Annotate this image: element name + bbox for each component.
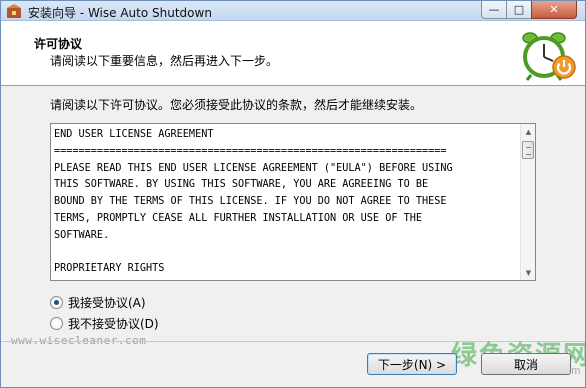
installer-window: 安装向导 - Wise Auto Shutdown — □ ✕ 许可协议 请阅读… (0, 0, 586, 388)
license-instruction: 请阅读以下许可协议。您必须接受此协议的条款，然后才能继续安装。 (50, 98, 423, 112)
app-icon (7, 4, 21, 18)
scroll-up-arrow-icon[interactable]: ▲ (521, 124, 536, 139)
header-panel: 许可协议 请阅读以下重要信息，然后再进入下一步。 (1, 21, 585, 86)
title-bar[interactable]: 安装向导 - Wise Auto Shutdown — □ ✕ (1, 1, 585, 21)
license-textbox[interactable]: END USER LICENSE AGREEMENT ==============… (50, 123, 536, 281)
cancel-button[interactable]: 取消 (481, 353, 571, 375)
license-line: THIS SOFTWARE. BY USING THIS SOFTWARE, Y… (54, 179, 429, 191)
license-line: ========================================… (54, 145, 447, 157)
accept-radio[interactable] (50, 296, 63, 309)
accept-label: 我接受协议(A) (68, 296, 146, 310)
license-line: TERMS, PROMPTLY CEASE ALL FURTHER INSTAL… (54, 212, 423, 224)
maximize-button[interactable]: □ (506, 1, 532, 19)
accept-option[interactable]: 我接受协议(A) (50, 294, 146, 311)
page-title: 许可协议 (34, 37, 83, 51)
license-line: END USER LICENSE AGREEMENT (54, 129, 214, 140)
scroll-down-arrow-icon[interactable]: ▼ (521, 265, 536, 280)
license-scrollbar[interactable]: ▲ ▼ (520, 124, 535, 280)
license-line: BOUND BY THE TERMS OF THIS LICENSE. IF Y… (54, 196, 447, 208)
next-button[interactable]: 下一步(N) > (367, 353, 457, 375)
scroll-thumb[interactable] (522, 141, 534, 159)
page-subtitle: 请阅读以下重要信息，然后再进入下一步。 (50, 54, 279, 68)
decline-label: 我不接受协议(D) (68, 317, 159, 331)
license-line: PLEASE READ THIS END USER LICENSE AGREEM… (54, 162, 453, 174)
license-line: SOFTWARE. (54, 229, 110, 241)
decline-option[interactable]: 我不接受协议(D) (50, 315, 159, 332)
license-text: END USER LICENSE AGREEMENT ==============… (54, 127, 520, 277)
close-button[interactable]: ✕ (531, 1, 577, 19)
license-line (54, 245, 520, 262)
minimize-button[interactable]: — (481, 1, 507, 19)
window-title: 安装向导 - Wise Auto Shutdown (28, 6, 212, 20)
decline-radio[interactable] (50, 317, 63, 330)
alarm-clock-power-icon (522, 32, 576, 81)
license-line: PROPRIETARY RIGHTS (54, 263, 165, 275)
